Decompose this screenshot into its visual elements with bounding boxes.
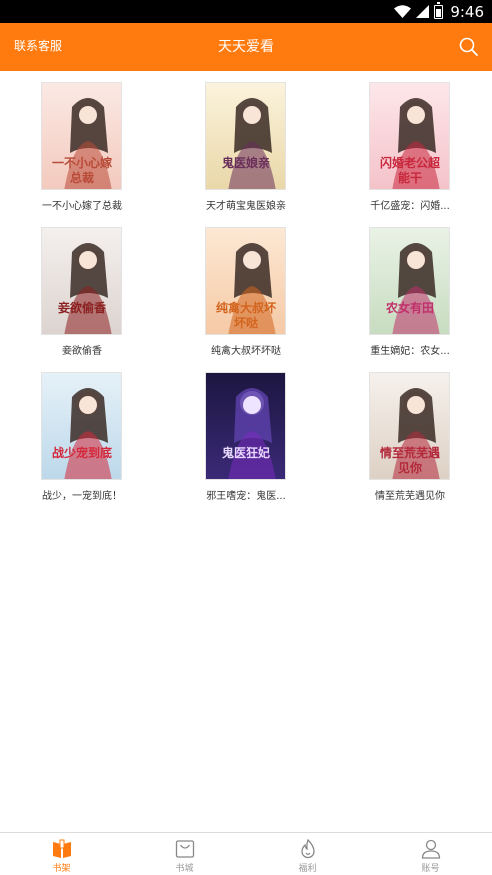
tab-bookstore[interactable]: 书城 [123, 833, 246, 875]
book-cover[interactable]: 闪婚老公超 能干 [369, 82, 450, 190]
cover-title-text: 妾欲偷香 [58, 300, 106, 315]
cover-title-text: 战少宠到底 [52, 445, 112, 460]
cover-title-text: 坏哒 [234, 315, 259, 330]
tab-bookshelf-label: 书架 [52, 864, 71, 874]
cover-title-text: 见你 [398, 460, 422, 475]
book-item[interactable]: 一不小心嫁 总裁一不小心嫁了总裁 [0, 80, 164, 222]
page-title: 天天爱看 [218, 39, 274, 55]
book-item[interactable]: 鬼医狂妃邪王嗜宠：鬼医... [164, 370, 328, 512]
book-title: 重生嫡妃：农女... [370, 346, 450, 357]
status-bar: 9:46 [0, 0, 492, 23]
tab-account-label: 账号 [421, 864, 440, 874]
book-title: 情至荒芜遇见你 [375, 491, 445, 502]
book-cover[interactable]: 战少宠到底 [41, 372, 122, 480]
book-title: 天才萌宝鬼医娘亲 [206, 201, 286, 212]
tab-welfare-label: 福利 [298, 864, 317, 874]
bottom-tab-bar: 书架 书城 福利 账号 [0, 832, 492, 875]
cover-title-text: 纯禽大叔坏 [216, 300, 276, 315]
book-item[interactable]: 纯禽大叔坏 坏哒 纯禽大叔坏坏哒 [164, 225, 328, 367]
book-title: 妾欲偷香 [62, 346, 102, 357]
book-cover[interactable]: 妾欲偷香 [41, 227, 122, 335]
status-icons: 9:46 [394, 1, 484, 21]
book-title: 邪王嗜宠：鬼医... [206, 491, 286, 502]
book-cover[interactable]: 一不小心嫁 总裁 [41, 82, 122, 190]
tab-bookstore-label: 书城 [175, 864, 194, 874]
bookstore-icon [175, 840, 195, 858]
book-cover[interactable]: 鬼医娘亲 [205, 82, 286, 190]
book-item[interactable]: 妾欲偷香 妾欲偷香 [0, 225, 164, 367]
cover-title-text: 农女有田 [385, 300, 434, 315]
battery-icon [434, 1, 444, 19]
tab-account[interactable]: 账号 [369, 833, 492, 875]
book-cover[interactable]: 情至荒芜遇 见你 [369, 372, 450, 480]
cover-title-text: 一不小心嫁 [52, 155, 112, 170]
book-item[interactable]: 情至荒芜遇 见你 情至荒芜遇见你 [328, 370, 492, 512]
book-item[interactable]: 鬼医娘亲天才萌宝鬼医娘亲 [164, 80, 328, 222]
cover-title-text: 闪婚老公超 [380, 155, 441, 170]
book-cover[interactable]: 鬼医狂妃 [205, 372, 286, 480]
book-cover[interactable]: 农女有田 [369, 227, 450, 335]
status-time: 9:46 [450, 2, 484, 21]
book-title: 纯禽大叔坏坏哒 [211, 346, 281, 357]
contact-support-button[interactable]: 联系客服 [14, 37, 62, 54]
book-title: 千亿盛宠：闪婚... [370, 201, 450, 212]
cover-title-text: 鬼医狂妃 [222, 445, 270, 460]
book-item[interactable]: 战少宠到底战少，一宠到底！ [0, 370, 164, 512]
cover-title-text: 情至荒芜遇 [380, 445, 440, 460]
book-title: 战少，一宠到底！ [42, 491, 122, 502]
book-cover[interactable]: 纯禽大叔坏 坏哒 [205, 227, 286, 335]
cell-signal-icon [416, 5, 430, 18]
search-icon[interactable] [458, 36, 480, 58]
wifi-icon [394, 5, 412, 18]
tab-welfare[interactable]: 福利 [246, 833, 369, 875]
bookshelf-icon [53, 839, 71, 858]
book-item[interactable]: 农女有田重生嫡妃：农女... [328, 225, 492, 367]
cover-title-text: 能干 [398, 170, 422, 185]
cover-title-text: 总裁 [70, 170, 94, 185]
welfare-flame-icon [301, 838, 315, 859]
account-icon [421, 839, 441, 859]
app-header: 联系客服 天天爱看 [0, 23, 492, 71]
book-item[interactable]: 闪婚老公超 能干千亿盛宠：闪婚... [328, 80, 492, 222]
cover-title-text: 鬼医娘亲 [222, 155, 270, 170]
tab-bookshelf[interactable]: 书架 [0, 833, 123, 875]
book-title: 一不小心嫁了总裁 [42, 201, 122, 212]
